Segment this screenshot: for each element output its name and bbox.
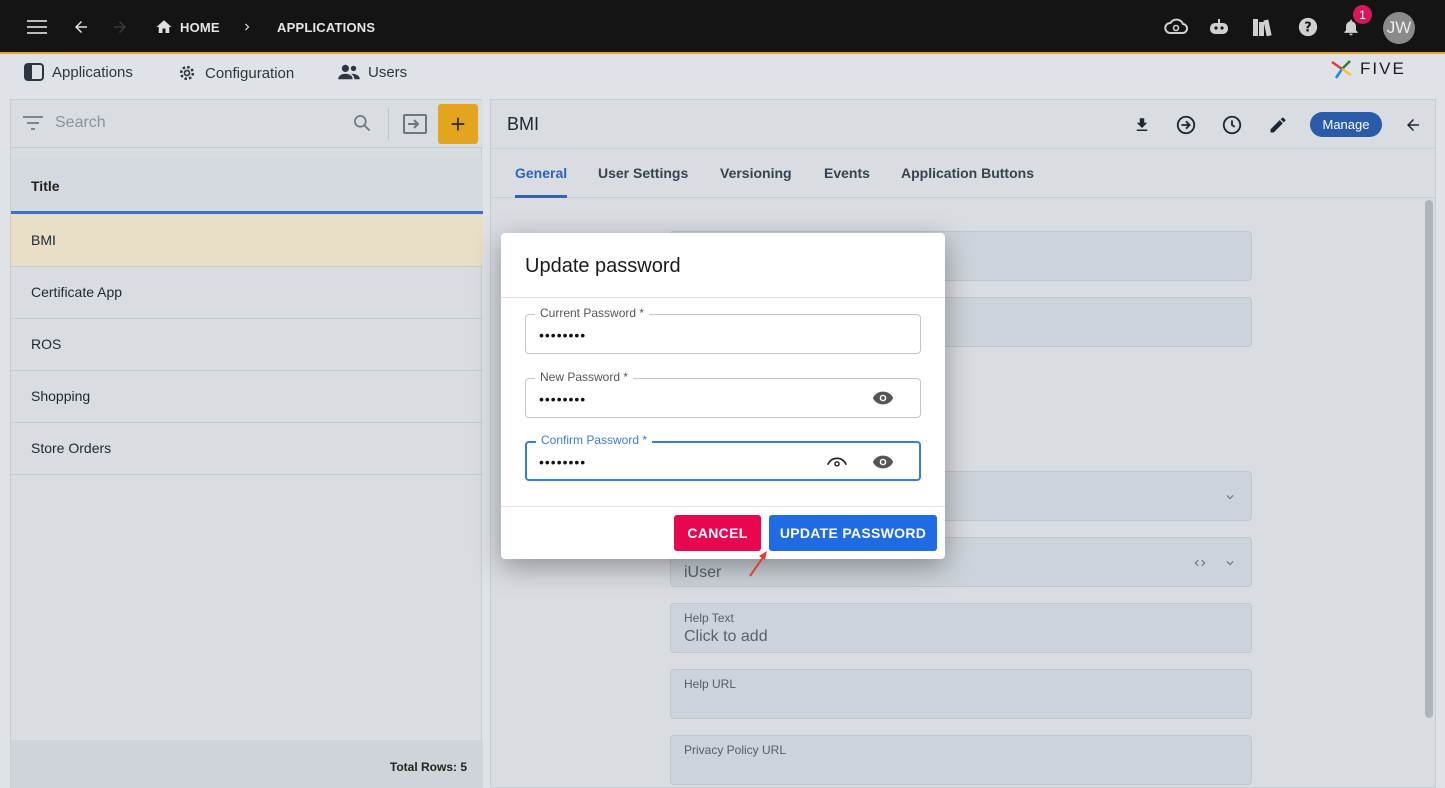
field-value: •••••••• — [539, 327, 587, 343]
reveal-eye-icon[interactable] — [825, 450, 849, 474]
dialog-title: Update password — [525, 255, 681, 277]
field-label: Confirm Password * — [536, 433, 653, 447]
divider — [501, 297, 945, 298]
update-password-dialog: Update password Current Password * •••••… — [501, 233, 945, 559]
confirm-password-field[interactable]: Confirm Password * •••••••• — [525, 433, 921, 481]
current-password-field[interactable]: Current Password * •••••••• — [525, 306, 921, 354]
cancel-button[interactable]: CANCEL — [674, 515, 761, 551]
field-label: Current Password * — [535, 306, 650, 320]
pointer-arrow-annotation — [749, 551, 767, 577]
new-password-field[interactable]: New Password * •••••••• — [525, 370, 921, 418]
eye-icon[interactable] — [871, 386, 895, 410]
eye-icon[interactable] — [871, 450, 895, 474]
field-value: •••••••• — [539, 391, 587, 407]
update-password-button[interactable]: UPDATE PASSWORD — [769, 515, 937, 551]
field-value: •••••••• — [539, 454, 587, 470]
divider — [501, 506, 945, 507]
field-label: New Password * — [535, 370, 634, 384]
